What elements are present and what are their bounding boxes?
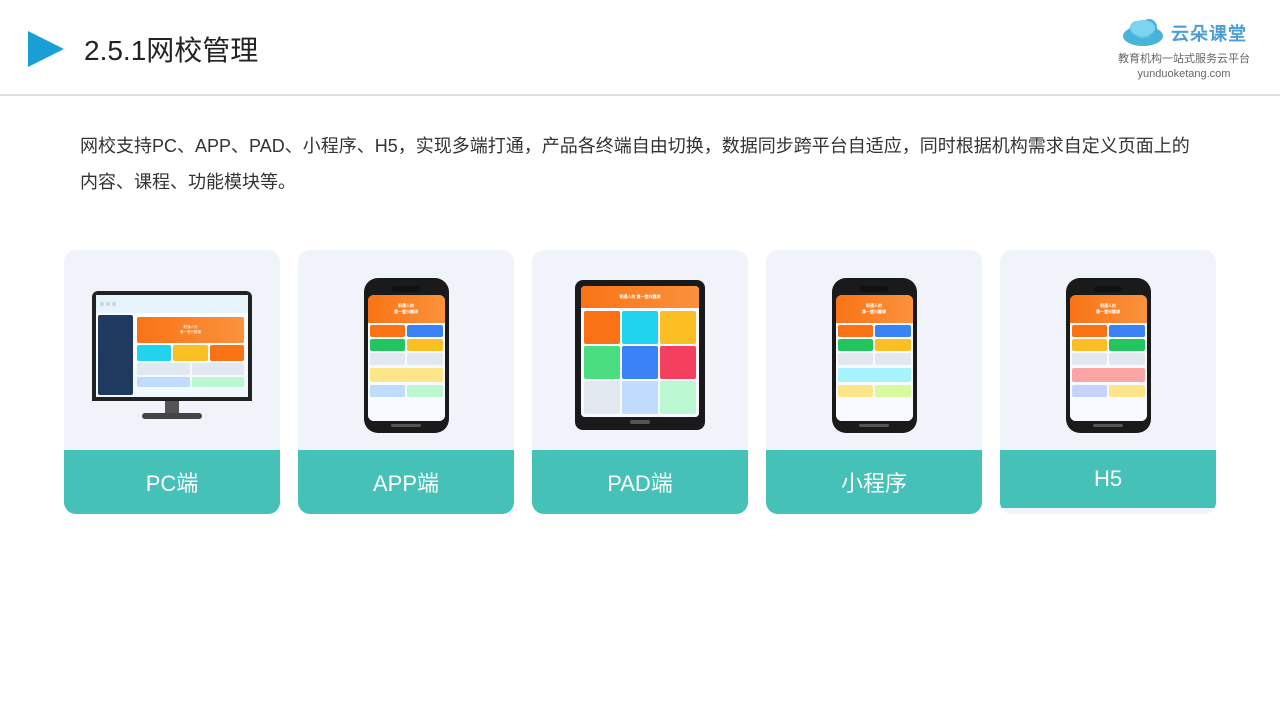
brand-url: yunduoketang.com — [1138, 68, 1231, 80]
h5-label: H5 — [1000, 450, 1216, 508]
pc-preview: 职通人的第一堂兴趣课 — [64, 250, 280, 450]
app-card: 职通人的第一堂兴趣课 — [298, 250, 514, 514]
miniprogram-card: 职通人的第一堂兴趣课 — [766, 250, 982, 514]
header-left: 2.5.1网校管理 — [20, 25, 258, 73]
pad-preview: 职通人的 第一堂兴趣课 — [532, 250, 748, 450]
miniprogram-phone-mockup: 职通人的第一堂兴趣课 — [832, 278, 917, 433]
header: 2.5.1网校管理 云朵课堂 教育机构一站式服务云平台 yunduoketang… — [0, 0, 1280, 96]
pc-mockup: 职通人的第一堂兴趣课 — [92, 291, 252, 419]
pad-mockup: 职通人的 第一堂兴趣课 — [575, 280, 705, 430]
brand-logo: 云朵课堂 教育机构一站式服务云平台 yunduoketang.com — [1118, 18, 1250, 80]
cards-area: 职通人的第一堂兴趣课 — [0, 230, 1280, 544]
h5-phone-mockup: 职通人的第一堂兴趣课 — [1066, 278, 1151, 433]
brand-name: 云朵课堂 — [1171, 20, 1247, 46]
h5-card: 职通人的第一堂兴趣课 — [1000, 250, 1216, 514]
pad-label: PAD端 — [532, 450, 748, 514]
app-label: APP端 — [298, 450, 514, 514]
miniprogram-preview: 职通人的第一堂兴趣课 — [766, 250, 982, 450]
brand-logo-top: 云朵课堂 — [1121, 18, 1247, 48]
app-preview: 职通人的第一堂兴趣课 — [298, 250, 514, 450]
logo-icon — [20, 25, 68, 73]
miniprogram-label: 小程序 — [766, 450, 982, 514]
app-phone-mockup: 职通人的第一堂兴趣课 — [364, 278, 449, 433]
cloud-icon — [1121, 18, 1165, 48]
page-title: 2.5.1网校管理 — [84, 29, 258, 69]
h5-preview: 职通人的第一堂兴趣课 — [1000, 250, 1216, 450]
description-text: 网校支持PC、APP、PAD、小程序、H5，实现多端打通，产品各终端自由切换，数… — [0, 96, 1280, 220]
pad-card: 职通人的 第一堂兴趣课 — [532, 250, 748, 514]
pc-label: PC端 — [64, 450, 280, 514]
brand-tagline: 教育机构一站式服务云平台 — [1118, 50, 1250, 66]
pc-card: 职通人的第一堂兴趣课 — [64, 250, 280, 514]
